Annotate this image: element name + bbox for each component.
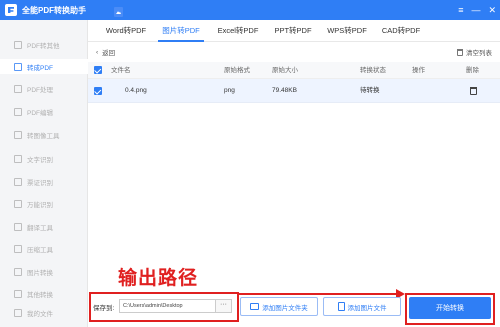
pdf-import-icon (14, 62, 22, 71)
sidebar-item-label: PDF处理 (27, 86, 53, 94)
tab-cad-to-pdf[interactable]: CAD转PDF (376, 20, 426, 42)
minimize-icon[interactable]: — (471, 5, 480, 15)
sidebar-item-label: 文字识别 (27, 156, 53, 164)
file-icon (337, 302, 345, 311)
row-checkbox[interactable] (94, 87, 102, 95)
sidebar-item-my-files[interactable]: 我的文件 (0, 305, 88, 320)
header-action: 操作 (412, 67, 425, 74)
sidebar-item-label: PDF转其他 (27, 42, 60, 50)
sidebar-item-label: 转图像工具 (27, 132, 60, 140)
browse-button[interactable]: ··· (215, 299, 232, 313)
menu-icon[interactable]: ≡ (458, 5, 463, 15)
sidebar-item-label: 转成PDF (27, 64, 53, 72)
tab-word-to-pdf[interactable]: Word转PDF (98, 20, 154, 42)
sidebar-item-pdf-to-other[interactable]: PDF转其他 (0, 37, 88, 52)
app-logo-icon (5, 4, 17, 16)
tab-bar: Word转PDF 图片转PDF Excel转PDF PPT转PDF WPS转PD… (88, 20, 500, 42)
window-controls: ≡ — ✕ (458, 0, 496, 20)
add-file-label: 添加图片文件 (347, 304, 387, 312)
app-title: 全能PDF转换助手 (22, 5, 86, 15)
tab-ppt-to-pdf[interactable]: PPT转PDF (268, 20, 318, 42)
pdf-export-icon (14, 40, 22, 49)
header-size: 原始大小 (272, 67, 298, 74)
table-header: 文件名 原始格式 原始大小 转换状态 操作 删除 (88, 62, 500, 79)
sidebar-item-to-pdf[interactable]: 转成PDF (0, 59, 88, 74)
translate-icon (14, 222, 22, 231)
sidebar-item-label: 票证识别 (27, 179, 53, 187)
annotation-arrow-line (239, 293, 399, 295)
header-format: 原始格式 (224, 67, 250, 74)
folder-icon (14, 308, 22, 317)
trash-icon (457, 48, 463, 56)
sidebar-item-label: 图片转换 (27, 269, 53, 277)
chevron-left-icon: ‹ (96, 48, 99, 56)
cell-size: 79.48KB (272, 87, 297, 94)
output-path-annotation: 输出路径 (118, 268, 199, 289)
cell-format: png (224, 87, 235, 94)
folder-icon (250, 303, 260, 310)
sidebar-item-universal-ocr[interactable]: 万能识别 (0, 196, 88, 211)
tab-excel-to-pdf[interactable]: Excel转PDF (210, 20, 266, 42)
header-file-name: 文件名 (111, 67, 131, 74)
sidebar-item-pdf-edit[interactable]: PDF编辑 (0, 104, 88, 119)
ticket-icon (14, 177, 22, 186)
close-icon[interactable]: ✕ (488, 5, 496, 16)
clear-list-label: 清空列表 (466, 50, 492, 57)
save-path-input[interactable]: C:\Users\admin\Desktop (119, 299, 215, 313)
sidebar-item-translate[interactable]: 翻译工具 (0, 219, 88, 234)
header-status: 转换状态 (360, 67, 386, 74)
table-row[interactable]: 0.4.png png 79.48KB 待转换 (88, 79, 500, 103)
sidebar-item-to-image[interactable]: 转图像工具 (0, 127, 88, 142)
add-image-file-button[interactable]: 添加图片文件 (323, 297, 401, 316)
delete-row-icon[interactable] (470, 87, 477, 95)
sidebar-item-compress[interactable]: 压缩工具 (0, 241, 88, 256)
sidebar-item-label: 翻译工具 (27, 224, 53, 232)
sidebar-item-label: 我的文件 (27, 310, 53, 318)
header-delete: 删除 (466, 67, 479, 74)
pdf-process-icon (14, 84, 22, 93)
text-ocr-icon (14, 154, 22, 163)
sidebar-item-pdf-process[interactable]: PDF处理 (0, 81, 88, 96)
add-folder-label: 添加图片文件夹 (262, 304, 308, 312)
sidebar-item-text-ocr[interactable]: 文字识别 (0, 151, 88, 166)
scan-icon (14, 199, 22, 208)
image-file-icon (114, 7, 123, 17)
sidebar-item-label: 万能识别 (27, 201, 53, 209)
sidebar-item-image-convert[interactable]: 图片转换 (0, 264, 88, 279)
cell-file-name: 0.4.png (125, 87, 147, 94)
tab-image-to-pdf[interactable]: 图片转PDF (158, 20, 204, 42)
back-button[interactable]: ‹ 返回 (96, 47, 116, 58)
edit-icon (14, 107, 22, 116)
convert-icon (14, 289, 22, 298)
cell-status: 待转换 (360, 87, 380, 94)
sidebar-item-other-convert[interactable]: 其他转换 (0, 286, 88, 301)
sidebar-item-ticket-ocr[interactable]: 票证识别 (0, 174, 88, 189)
back-label: 返回 (102, 50, 116, 57)
sidebar: PDF转其他 转成PDF PDF处理 PDF编辑 转图像工具 文字识别 票证识别… (0, 20, 88, 327)
image-icon (14, 267, 22, 276)
sidebar-item-label: 其他转换 (27, 291, 53, 299)
tab-wps-to-pdf[interactable]: WPS转PDF (322, 20, 372, 42)
add-image-folder-button[interactable]: 添加图片文件夹 (240, 297, 318, 316)
sidebar-item-label: PDF编辑 (27, 109, 53, 117)
start-convert-button[interactable]: 开始转换 (409, 297, 491, 319)
compress-icon (14, 244, 22, 253)
image-tool-icon (14, 130, 22, 139)
clear-list-button[interactable]: 清空列表 (457, 47, 492, 57)
title-bar: 全能PDF转换助手 ≡ — ✕ (0, 0, 500, 20)
select-all-checkbox[interactable] (94, 66, 102, 74)
sidebar-item-label: 压缩工具 (27, 246, 53, 254)
save-to-label: 保存到: (93, 305, 115, 312)
